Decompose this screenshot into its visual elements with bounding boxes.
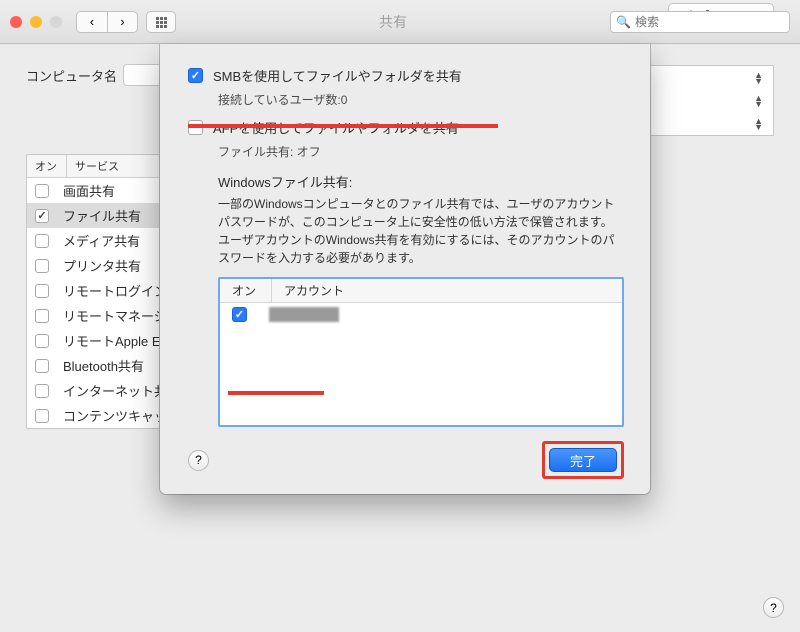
col-service: サービス [67,155,127,177]
account-name-redacted [269,307,339,322]
done-highlight: 完了 [542,441,624,479]
checkbox[interactable] [35,259,49,273]
forward-button[interactable]: › [107,12,137,32]
checkbox[interactable] [35,284,49,298]
search-input[interactable] [610,11,790,33]
smb-checkbox[interactable] [188,68,203,83]
nav-back-forward: ‹ › [76,11,138,33]
grid-icon [156,17,166,27]
show-all-prefs-button[interactable] [146,11,176,33]
done-button[interactable]: 完了 [549,448,617,472]
window-close-button[interactable] [10,16,22,28]
checkbox[interactable] [35,309,49,323]
checkbox[interactable] [35,409,49,423]
col-account: アカウント [272,279,356,302]
checkbox[interactable] [35,359,49,373]
sheet-help-button[interactable]: ? [188,450,209,471]
smb-label: SMBを使用してファイルやフォルダを共有 [213,66,462,85]
checkbox[interactable] [35,384,49,398]
back-button[interactable]: ‹ [77,12,107,32]
corner-help: ? [763,597,784,618]
annotation-underline [188,124,498,128]
checkbox[interactable] [35,209,49,223]
checkbox[interactable] [35,234,49,248]
account-checkbox[interactable] [232,307,247,322]
afp-status: ファイル共有: オフ [218,143,624,160]
col-on: オン [27,155,67,177]
col-on: オン [220,279,272,302]
checkbox[interactable] [35,184,49,198]
stepper-icon[interactable]: ▲▼ [754,72,763,84]
window-minimize-button[interactable] [30,16,42,28]
computer-name-label: コンピュータ名 [26,66,117,85]
window-zoom-button[interactable] [50,16,62,28]
accounts-table: オン アカウント [218,277,624,427]
stepper-icon[interactable]: ▲▼ [754,95,763,107]
annotation-underline [228,391,324,395]
help-button[interactable]: ? [763,597,784,618]
options-sheet: SMBを使用してファイルやフォルダを共有 接続しているユーザ数:0 AFPを使用… [160,44,650,494]
smb-connected-users: 接続しているユーザ数:0 [218,91,624,108]
checkbox[interactable] [35,334,49,348]
search-wrap: 🔍 [610,11,790,33]
search-icon: 🔍 [616,15,631,29]
windows-sharing-body: 一部のWindowsコンピュータとのファイル共有では、ユーザのアカウントパスワー… [218,195,624,267]
windows-sharing-title: Windowsファイル共有: [218,172,624,191]
account-row[interactable] [220,303,622,326]
traffic-lights [10,16,62,28]
stepper-icon[interactable]: ▲▼ [754,118,763,130]
